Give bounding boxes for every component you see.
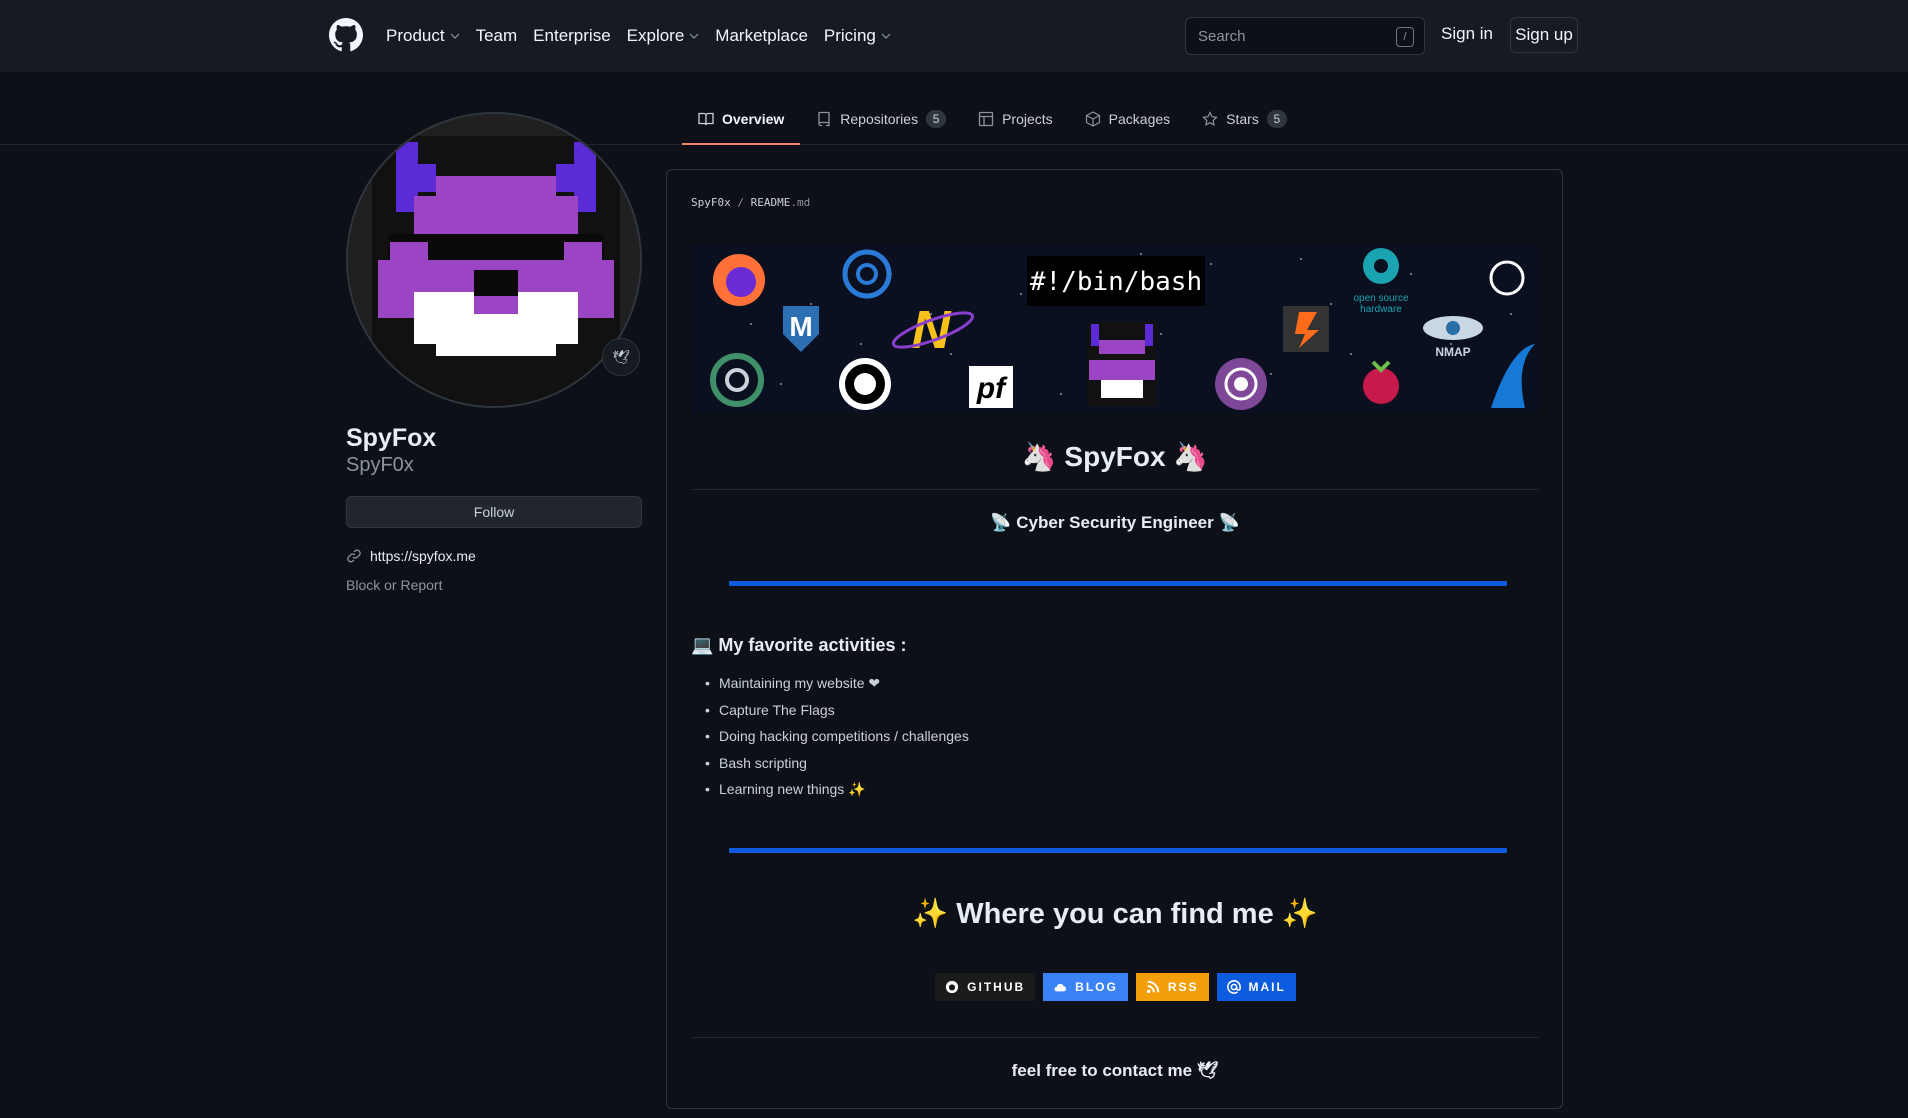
mail-badge[interactable]: MAIL bbox=[1216, 973, 1296, 1001]
nav-label: Pricing bbox=[823, 26, 876, 45]
breadcrumb-separator: / bbox=[737, 196, 744, 209]
website-link[interactable]: https://spyfox.me bbox=[370, 548, 476, 564]
tab-repositories[interactable]: Repositories 5 bbox=[800, 96, 962, 142]
tab-label: Repositories bbox=[840, 111, 919, 127]
readme-banner-image: #!/bin/bash M N open source hardware NMA… bbox=[691, 244, 1539, 414]
list-item: Maintaining my website ❤ bbox=[705, 675, 969, 702]
chevron-down-icon bbox=[450, 33, 460, 39]
readme-breadcrumb: SpyF0x / README.md bbox=[691, 196, 810, 209]
nav-label: Explore bbox=[626, 26, 685, 45]
social-badges: GITHUB BLOG RSS MAIL bbox=[667, 973, 1564, 1001]
svg-text:hardware: hardware bbox=[1360, 304, 1402, 315]
svg-text:pf: pf bbox=[976, 372, 1008, 405]
find-me-heading: ✨ Where you can find me ✨ bbox=[912, 898, 1318, 930]
profile-tabs: Overview Repositories 5 Projects Package… bbox=[682, 96, 1303, 145]
banner-bash-text: #!/bin/bash bbox=[1030, 267, 1202, 297]
chevron-down-icon bbox=[881, 33, 891, 39]
at-icon bbox=[1226, 980, 1241, 994]
activities-heading: 💻 My favorite activities : bbox=[691, 635, 907, 655]
blog-badge[interactable]: BLOG bbox=[1043, 973, 1128, 1001]
profile-website[interactable]: https://spyfox.me bbox=[346, 548, 476, 564]
list-item: Learning new things ✨ bbox=[705, 781, 969, 808]
search-placeholder: Search bbox=[1198, 27, 1246, 45]
book-icon bbox=[698, 112, 714, 126]
blue-divider-line bbox=[729, 581, 1507, 586]
github-logo-icon[interactable] bbox=[329, 18, 363, 52]
nav-label: Product bbox=[386, 26, 445, 45]
rss-icon bbox=[1146, 980, 1160, 994]
stars-count-badge: 5 bbox=[1266, 110, 1287, 128]
badge-label: BLOG bbox=[1075, 980, 1118, 994]
nav-team[interactable]: Team bbox=[476, 26, 518, 46]
readme-panel: SpyF0x / README.md #!/bin/bash M N open … bbox=[666, 169, 1563, 1109]
list-item: Doing hacking competitions / challenges bbox=[705, 728, 969, 755]
avatar[interactable] bbox=[346, 112, 642, 408]
tab-stars[interactable]: Stars 5 bbox=[1186, 96, 1303, 142]
rss-badge[interactable]: RSS bbox=[1135, 973, 1209, 1001]
main-nav: Product Team Enterprise Explore Marketpl… bbox=[386, 0, 907, 72]
readme-title: 🦄 SpyFox 🦄 bbox=[1021, 441, 1209, 472]
top-header: Product Team Enterprise Explore Marketpl… bbox=[0, 0, 1908, 72]
svg-text:open source: open source bbox=[1353, 293, 1408, 304]
readme-subtitle: 📡 Cyber Security Engineer 📡 bbox=[990, 513, 1240, 532]
contact-text: feel free to contact me 🕊 bbox=[1011, 1061, 1219, 1080]
tab-label: Packages bbox=[1108, 111, 1171, 127]
banner-graphic: #!/bin/bash M N open source hardware NMA… bbox=[691, 244, 1539, 414]
activities-list: Maintaining my website ❤ Capture The Fla… bbox=[705, 675, 969, 808]
table-icon bbox=[978, 111, 994, 127]
repo-icon bbox=[818, 111, 830, 127]
nav-product[interactable]: Product bbox=[386, 26, 460, 46]
nav-enterprise[interactable]: Enterprise bbox=[533, 26, 610, 46]
footer-divider bbox=[691, 1037, 1539, 1038]
package-icon bbox=[1085, 111, 1100, 127]
nav-label: Enterprise bbox=[533, 26, 611, 45]
github-badge[interactable]: GITHUB bbox=[935, 973, 1036, 1001]
pixel-fox-avatar-image bbox=[348, 114, 640, 406]
nav-label: Marketplace bbox=[715, 26, 808, 45]
tab-packages[interactable]: Packages bbox=[1069, 96, 1186, 142]
nav-pricing[interactable]: Pricing bbox=[824, 26, 891, 46]
github-icon bbox=[946, 980, 959, 994]
status-emoji-button[interactable]: 🕊 bbox=[602, 338, 640, 376]
badge-label: RSS bbox=[1167, 980, 1199, 994]
link-icon bbox=[347, 549, 361, 563]
list-item: Capture The Flags bbox=[705, 702, 969, 729]
readme-owner[interactable]: SpyF0x bbox=[691, 196, 731, 209]
sign-up-button[interactable]: Sign up bbox=[1510, 17, 1578, 53]
profile-fullname: SpyFox bbox=[346, 424, 437, 452]
title-divider bbox=[691, 489, 1539, 490]
svg-text:M: M bbox=[789, 311, 812, 342]
star-icon bbox=[1202, 111, 1218, 127]
badge-label: GITHUB bbox=[967, 980, 1026, 994]
readme-extension: .md bbox=[790, 196, 811, 209]
nav-explore[interactable]: Explore bbox=[627, 26, 700, 46]
nav-label: Team bbox=[475, 26, 518, 45]
chevron-down-icon bbox=[689, 33, 699, 39]
tab-label: Overview bbox=[722, 111, 785, 127]
tab-label: Projects bbox=[1002, 111, 1053, 127]
block-or-report-link[interactable]: Block or Report bbox=[346, 577, 442, 593]
readme-filename: README bbox=[750, 196, 791, 209]
badge-label: MAIL bbox=[1248, 980, 1286, 994]
sign-in-link[interactable]: Sign in bbox=[1441, 24, 1493, 44]
blue-divider-line bbox=[729, 848, 1507, 853]
search-shortcut-key: / bbox=[1396, 27, 1414, 47]
profile-username: SpyF0x bbox=[346, 454, 414, 476]
tab-label: Stars bbox=[1226, 111, 1259, 127]
tab-projects[interactable]: Projects bbox=[962, 96, 1069, 142]
repo-count-badge: 5 bbox=[926, 110, 947, 128]
svg-text:NMAP: NMAP bbox=[1435, 345, 1470, 359]
list-item: Bash scripting bbox=[705, 755, 969, 782]
search-input[interactable]: Search / bbox=[1185, 17, 1425, 55]
svg-text:N: N bbox=[912, 300, 952, 360]
tab-overview[interactable]: Overview bbox=[682, 96, 801, 145]
nav-marketplace[interactable]: Marketplace bbox=[715, 26, 808, 46]
cloud-icon bbox=[1054, 983, 1067, 992]
follow-button[interactable]: Follow bbox=[346, 496, 642, 528]
